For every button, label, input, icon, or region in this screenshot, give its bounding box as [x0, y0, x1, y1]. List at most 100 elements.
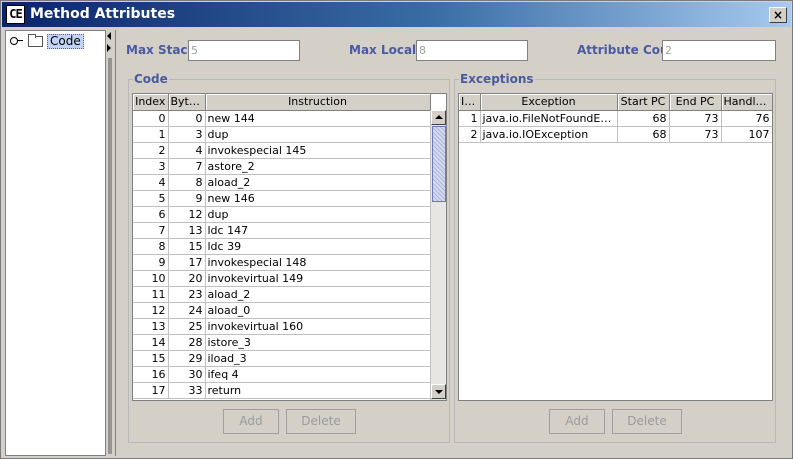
code-vertical-scrollbar[interactable] [430, 110, 446, 400]
table-cell[interactable]: 2 [133, 142, 169, 159]
table-row[interactable]: 8 15 ldc 39 [133, 238, 431, 255]
table-cell[interactable]: 3 [133, 158, 169, 175]
table-cell[interactable]: 12 [168, 206, 206, 223]
table-cell[interactable]: astore_2 [205, 158, 431, 175]
table-cell[interactable]: new 146 [205, 190, 431, 207]
table-cell[interactable]: ldc 147 [205, 222, 431, 239]
key-icon[interactable] [10, 36, 24, 46]
scroll-down-button[interactable] [431, 384, 446, 399]
column-header-index[interactable]: In... [459, 94, 481, 111]
expand-right-icon[interactable] [107, 44, 111, 52]
table-cell[interactable]: 4 [168, 142, 206, 159]
table-row[interactable]: 9 17 invokespecial 148 [133, 254, 431, 271]
table-cell[interactable]: java.io.FileNotFoundEx... [480, 110, 618, 127]
table-cell[interactable]: 8 [168, 174, 206, 191]
table-cell[interactable]: 13 [168, 222, 206, 239]
table-cell[interactable]: 11 [133, 286, 169, 303]
tree-node-label[interactable]: Code [47, 33, 84, 49]
attribute-count-field[interactable]: 2 [662, 40, 776, 61]
collapse-left-icon[interactable] [107, 32, 111, 40]
table-cell[interactable]: java.io.IOException [480, 126, 618, 143]
scroll-thumb[interactable] [432, 126, 446, 202]
table-row[interactable]: 5 9 new 146 [133, 190, 431, 207]
table-cell[interactable]: 23 [168, 286, 206, 303]
table-row[interactable]: 2 java.io.IOException 68 73 107 [459, 126, 772, 143]
divider-grip[interactable] [108, 58, 112, 454]
table-cell[interactable]: invokevirtual 149 [205, 270, 431, 287]
table-cell[interactable]: 25 [168, 318, 206, 335]
table-cell[interactable]: 0 [133, 110, 169, 127]
table-cell[interactable]: invokespecial 148 [205, 254, 431, 271]
table-cell[interactable]: 1 [459, 110, 481, 127]
table-cell[interactable]: 30 [168, 366, 206, 383]
table-cell[interactable]: 73 [669, 126, 722, 143]
table-cell[interactable]: aload_2 [205, 286, 431, 303]
table-row[interactable]: 16 30 ifeq 4 [133, 366, 431, 383]
table-cell[interactable]: dup [205, 126, 431, 143]
table-cell[interactable]: 68 [617, 110, 670, 127]
split-pane-divider[interactable] [106, 30, 115, 456]
column-header-end-pc[interactable]: End PC [669, 94, 722, 111]
table-cell[interactable]: 13 [133, 318, 169, 335]
table-cell[interactable]: 15 [133, 350, 169, 367]
table-cell[interactable]: iload_3 [205, 350, 431, 367]
table-cell[interactable]: 3 [168, 126, 206, 143]
table-cell[interactable]: 7 [168, 158, 206, 175]
table-cell[interactable]: 16 [133, 366, 169, 383]
table-cell[interactable]: invokevirtual 160 [205, 318, 431, 335]
code-add-button[interactable]: Add [223, 409, 279, 434]
exceptions-add-button[interactable]: Add [549, 409, 605, 434]
table-cell[interactable]: dup [205, 206, 431, 223]
column-header-byte[interactable]: Byte ... [168, 94, 206, 111]
table-row[interactable]: 4 8 aload_2 [133, 174, 431, 191]
table-cell[interactable]: 9 [133, 254, 169, 271]
table-cell[interactable]: 76 [721, 110, 772, 127]
table-cell[interactable]: aload_2 [205, 174, 431, 191]
column-header-exception[interactable]: Exception [480, 94, 618, 111]
table-cell[interactable]: new 144 [205, 110, 431, 127]
table-cell[interactable]: aload_0 [205, 302, 431, 319]
exceptions-delete-button[interactable]: Delete [612, 409, 682, 434]
table-cell[interactable]: 107 [721, 126, 772, 143]
max-locals-field[interactable]: 8 [416, 40, 528, 61]
table-cell[interactable]: 8 [133, 238, 169, 255]
table-cell[interactable]: 20 [168, 270, 206, 287]
tree-node-code[interactable]: Code [10, 33, 84, 49]
table-cell[interactable]: 0 [168, 110, 206, 127]
table-row[interactable]: 17 33 return [133, 382, 431, 399]
table-cell[interactable]: 29 [168, 350, 206, 367]
table-cell[interactable]: 7 [133, 222, 169, 239]
title-bar[interactable]: CE Method Attributes × [2, 2, 791, 27]
table-cell[interactable]: ldc 39 [205, 238, 431, 255]
table-row[interactable]: 15 29 iload_3 [133, 350, 431, 367]
table-cell[interactable]: 28 [168, 334, 206, 351]
table-row[interactable]: 6 12 dup [133, 206, 431, 223]
column-header-index[interactable]: Index [133, 94, 169, 111]
table-cell[interactable]: 24 [168, 302, 206, 319]
table-row[interactable]: 12 24 aload_0 [133, 302, 431, 319]
table-cell[interactable]: 33 [168, 382, 206, 399]
column-header-handler[interactable]: Handle... [721, 94, 772, 111]
table-row[interactable]: 1 java.io.FileNotFoundEx... 68 73 76 [459, 110, 772, 127]
table-cell[interactable]: ifeq 4 [205, 366, 431, 383]
table-row[interactable]: 7 13 ldc 147 [133, 222, 431, 239]
table-cell[interactable]: 15 [168, 238, 206, 255]
table-cell[interactable]: 1 [133, 126, 169, 143]
scroll-up-button[interactable] [431, 110, 446, 125]
column-header-instruction[interactable]: Instruction [205, 94, 431, 111]
table-cell[interactable]: 17 [168, 254, 206, 271]
table-cell[interactable]: istore_3 [205, 334, 431, 351]
table-row[interactable]: 1 3 dup [133, 126, 431, 143]
table-cell[interactable]: 5 [133, 190, 169, 207]
table-cell[interactable]: 2 [459, 126, 481, 143]
table-row[interactable]: 13 25 invokevirtual 160 [133, 318, 431, 335]
table-cell[interactable]: 73 [669, 110, 722, 127]
table-cell[interactable]: 12 [133, 302, 169, 319]
table-cell[interactable]: 68 [617, 126, 670, 143]
table-cell[interactable]: 9 [168, 190, 206, 207]
table-row[interactable]: 0 0 new 144 [133, 110, 431, 127]
table-row[interactable]: 3 7 astore_2 [133, 158, 431, 175]
close-button[interactable]: × [769, 7, 787, 23]
table-cell[interactable]: 4 [133, 174, 169, 191]
table-row[interactable]: 11 23 aload_2 [133, 286, 431, 303]
